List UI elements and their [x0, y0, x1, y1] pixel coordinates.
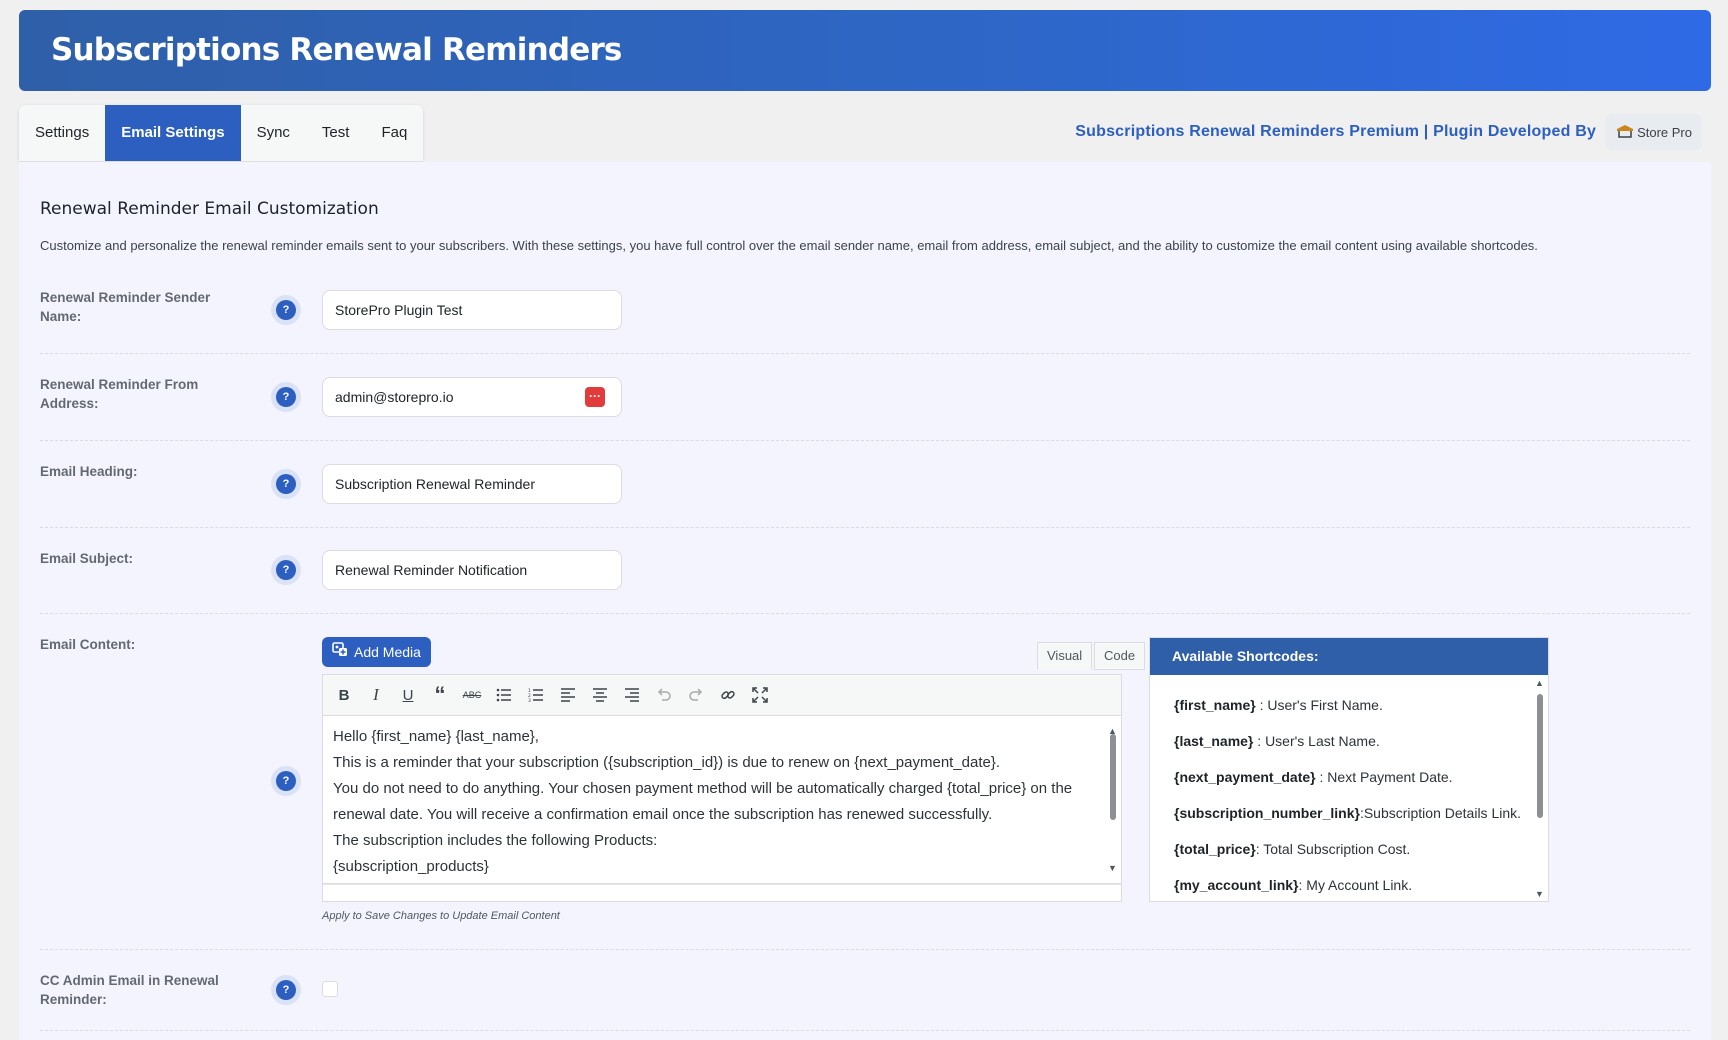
underline-icon[interactable]: U	[395, 682, 421, 708]
page-header: Subscriptions Renewal Reminders	[19, 10, 1711, 91]
editor-statusbar	[322, 884, 1122, 902]
bullet-list-icon[interactable]	[491, 682, 517, 708]
link-icon[interactable]	[715, 682, 741, 708]
editor-line: {subscription_products}	[333, 858, 489, 875]
editor-line: The subscription includes the following …	[333, 832, 658, 849]
align-center-icon[interactable]	[587, 682, 613, 708]
divider	[40, 949, 1690, 950]
email-subject-label: Email Subject:	[40, 551, 134, 566]
blockquote-icon[interactable]: “	[427, 682, 453, 708]
page-title: Subscriptions Renewal Reminders	[51, 32, 622, 68]
tab-bar: Settings Email Settings Sync Test Faq	[19, 105, 424, 161]
shortcodes-list: {first_name} : User's First Name. {last_…	[1150, 675, 1548, 903]
divider	[40, 613, 1690, 614]
align-right-icon[interactable]	[619, 682, 645, 708]
email-subject-help-icon[interactable]: ?	[276, 560, 296, 580]
email-heading-input[interactable]: Subscription Renewal Reminder	[322, 464, 622, 504]
divider	[40, 1030, 1690, 1031]
tab-test[interactable]: Test	[306, 105, 366, 161]
section-title: Renewal Reminder Email Customization	[40, 199, 379, 219]
section-description: Customize and personalize the renewal re…	[40, 238, 1538, 253]
email-content-editor[interactable]: Hello {first_name} {last_name}, This is …	[322, 716, 1122, 884]
cc-admin-checkbox[interactable]	[322, 981, 338, 997]
scroll-down-icon[interactable]: ▼	[1535, 889, 1544, 899]
divider	[40, 527, 1690, 528]
email-content-label: Email Content:	[40, 637, 136, 652]
sender-name-help-icon[interactable]: ?	[276, 300, 296, 320]
sender-name-input[interactable]: StorePro Plugin Test	[322, 290, 622, 330]
email-settings-panel: Renewal Reminder Email Customization Cus…	[19, 162, 1711, 1040]
shortcodes-title: Available Shortcodes:	[1150, 638, 1548, 675]
editor-line: Hello {first_name} {last_name},	[333, 728, 539, 745]
add-media-button[interactable]: Add Media	[322, 637, 431, 667]
editor-line: This is a reminder that your subscriptio…	[333, 754, 1001, 771]
email-heading-help-icon[interactable]: ?	[276, 474, 296, 494]
email-subject-input[interactable]: Renewal Reminder Notification	[322, 550, 622, 590]
svg-text:3: 3	[528, 698, 531, 702]
from-address-help-icon[interactable]: ?	[276, 387, 296, 407]
editor-toolbar: B I U “ ABC 123	[322, 674, 1122, 716]
password-manager-icon[interactable]: ···	[585, 387, 605, 407]
from-address-value: admin@storepro.io	[335, 389, 454, 405]
shortcode-item: {last_name} : User's Last Name.	[1174, 733, 1380, 749]
divider	[40, 440, 1690, 441]
shortcode-item: {first_name} : User's First Name.	[1174, 697, 1383, 713]
bold-icon[interactable]: B	[331, 682, 357, 708]
tab-settings[interactable]: Settings	[19, 105, 105, 161]
email-heading-label: Email Heading:	[40, 464, 138, 479]
storepro-logo-text: Store Pro	[1637, 124, 1692, 140]
email-content-help-icon[interactable]: ?	[276, 771, 296, 791]
cc-admin-label: CC Admin Email in Renewal Reminder:	[40, 973, 219, 1007]
editor-scroll-thumb[interactable]	[1110, 734, 1116, 820]
shortcodes-panel: Available Shortcodes: {first_name} : Use…	[1149, 637, 1549, 902]
editor-line: You do not need to do anything. Your cho…	[333, 780, 1073, 823]
sender-name-label: Renewal Reminder Sender Name:	[40, 290, 211, 324]
numbered-list-icon[interactable]: 123	[523, 682, 549, 708]
scroll-down-icon[interactable]: ▼	[1108, 855, 1117, 881]
redo-icon[interactable]	[683, 682, 709, 708]
cc-admin-help-icon[interactable]: ?	[276, 980, 296, 1000]
from-address-input[interactable]: admin@storepro.io ···	[322, 377, 622, 417]
developer-credit: Subscriptions Renewal Reminders Premium …	[1075, 114, 1702, 150]
fullscreen-icon[interactable]	[747, 682, 773, 708]
strikethrough-icon[interactable]: ABC	[459, 682, 485, 708]
shortcodes-scrollbar[interactable]: ▲ ▼	[1534, 678, 1546, 899]
divider	[40, 353, 1690, 354]
from-address-label: Renewal Reminder From Address:	[40, 377, 199, 411]
editor-visual-tab[interactable]: Visual	[1037, 642, 1093, 670]
developer-credit-text: Subscriptions Renewal Reminders Premium …	[1075, 123, 1597, 140]
scroll-up-icon[interactable]: ▲	[1535, 678, 1544, 688]
editor-scrollbar[interactable]: ▲ ▼	[1107, 718, 1119, 881]
editor-code-tab[interactable]: Code	[1094, 642, 1146, 670]
add-media-label: Add Media	[354, 644, 421, 660]
shortcode-item: {total_price}: Total Subscription Cost.	[1174, 841, 1411, 857]
storepro-logo-icon	[1616, 124, 1634, 141]
tab-faq[interactable]: Faq	[365, 105, 423, 161]
shortcodes-scroll-thumb[interactable]	[1537, 694, 1543, 818]
shortcode-item: {my_account_link}: My Account Link.	[1174, 877, 1413, 893]
tab-email-settings[interactable]: Email Settings	[105, 105, 241, 161]
align-left-icon[interactable]	[555, 682, 581, 708]
storepro-logo[interactable]: Store Pro	[1606, 114, 1702, 150]
shortcode-item: {subscription_number_link}:Subscription …	[1174, 805, 1522, 821]
shortcode-item: {next_payment_date} : Next Payment Date.	[1174, 769, 1453, 785]
tab-sync[interactable]: Sync	[241, 105, 306, 161]
apply-note: Apply to Save Changes to Update Email Co…	[322, 910, 560, 922]
add-media-icon	[332, 637, 348, 667]
italic-icon[interactable]: I	[363, 682, 389, 708]
undo-icon[interactable]	[651, 682, 677, 708]
